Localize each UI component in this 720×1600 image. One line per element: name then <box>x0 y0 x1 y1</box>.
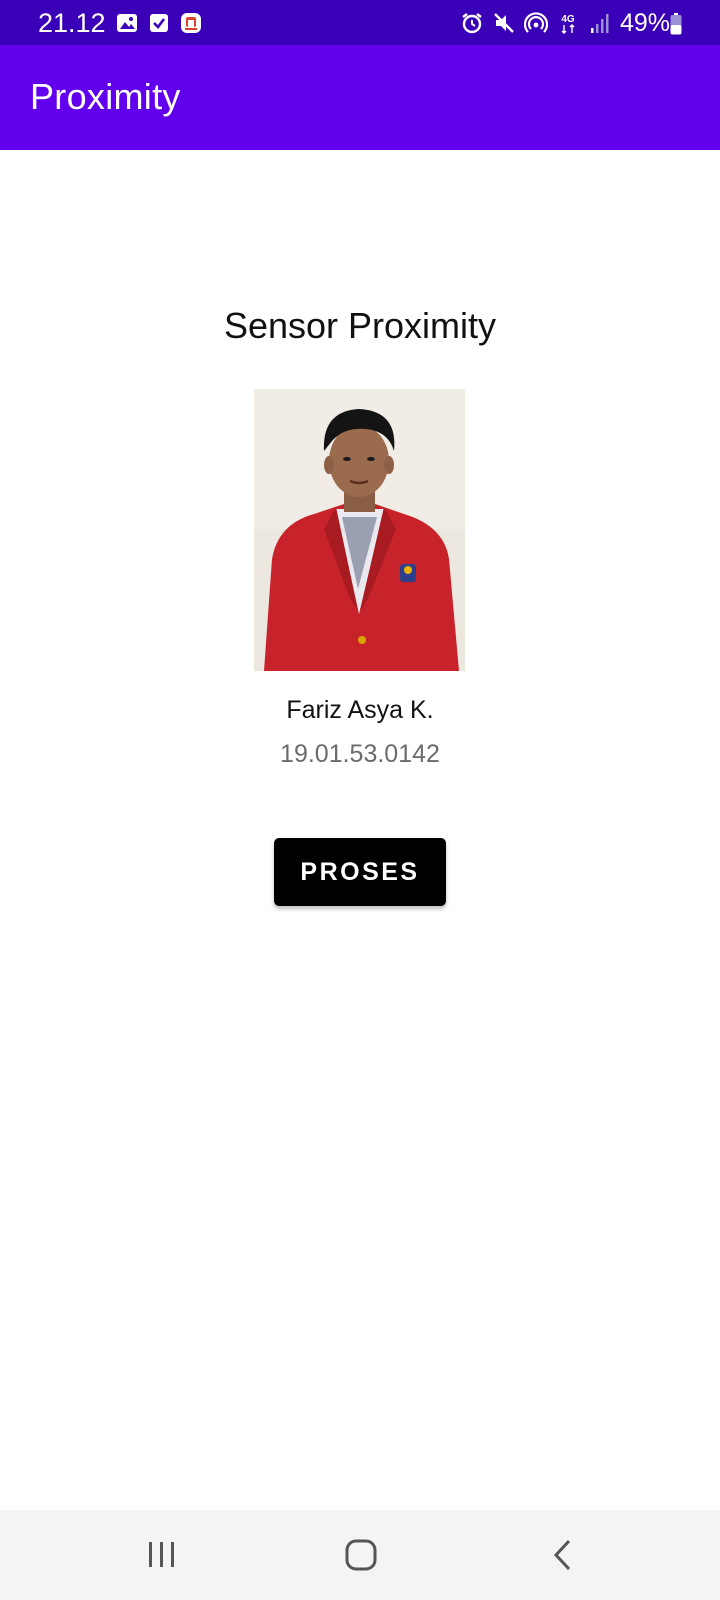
screen: 21.12 4G 49% Proximity Sensor Proximity … <box>0 0 720 1600</box>
app-title: Proximity <box>30 76 181 117</box>
alarm-icon <box>462 13 482 34</box>
status-bar: 21.12 4G 49% <box>0 0 720 45</box>
app-notification-icon <box>181 13 201 33</box>
back-icon[interactable] <box>538 1530 588 1580</box>
proses-button[interactable]: PROSES <box>274 838 446 906</box>
status-left-icons <box>116 11 202 35</box>
home-icon[interactable] <box>336 1530 386 1580</box>
gallery-icon <box>117 14 137 32</box>
student-id: 19.01.53.0142 <box>280 740 440 768</box>
svg-text:4G: 4G <box>561 14 575 25</box>
checkbox-icon <box>150 14 168 32</box>
profile-photo <box>254 389 465 671</box>
page-heading: Sensor Proximity <box>223 305 497 346</box>
app-bar: Proximity <box>0 45 720 150</box>
mute-icon <box>494 13 514 33</box>
navigation-bar <box>0 1510 720 1600</box>
battery-icon <box>670 13 682 35</box>
student-name: Fariz Asya K. <box>286 696 434 724</box>
battery-percent: 49% <box>619 9 670 37</box>
4g-data-icon: 4G <box>561 14 575 34</box>
recent-apps-icon[interactable] <box>136 1530 186 1580</box>
hotspot-icon <box>523 12 548 33</box>
status-right-icons: 4G 49% <box>460 8 670 38</box>
status-time: 21.12 <box>38 8 106 38</box>
signal-icon <box>590 14 609 33</box>
